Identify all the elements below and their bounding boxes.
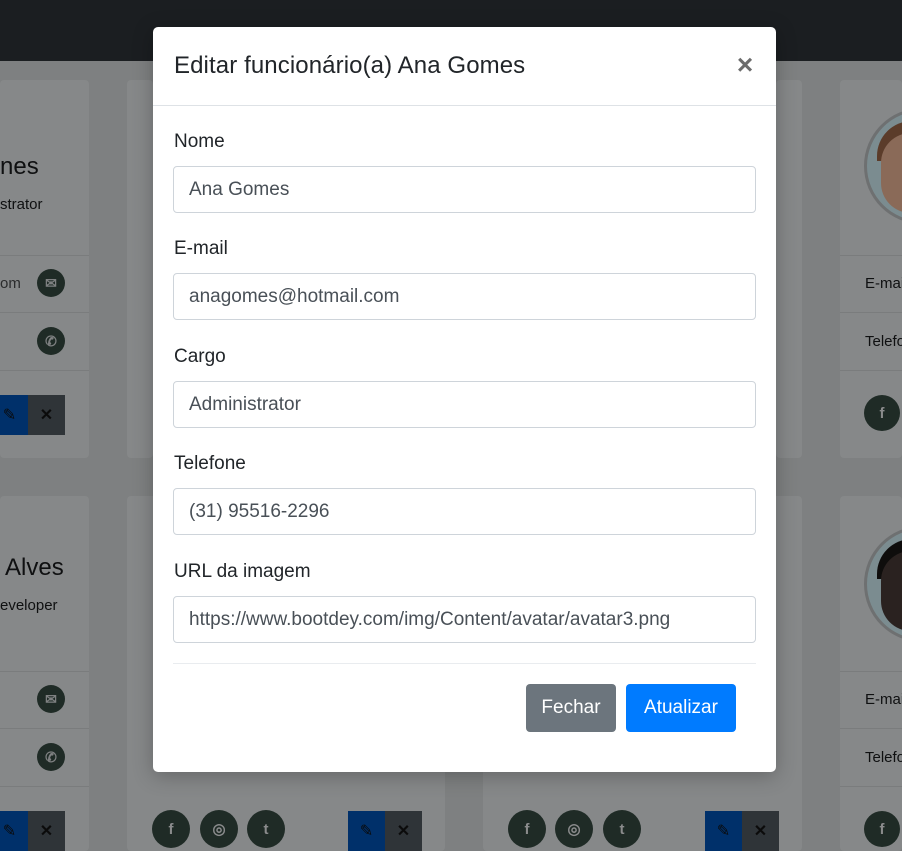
twitter-icon[interactable]: t <box>603 810 641 848</box>
delete-button[interactable]: ✕ <box>28 811 65 851</box>
delete-button[interactable]: ✕ <box>28 395 65 435</box>
email-label: E-mai <box>865 691 902 708</box>
x-icon: ✕ <box>396 823 411 840</box>
close-icon[interactable]: × <box>733 49 757 81</box>
image-url-field[interactable]: https://www.bootdey.com/img/Content/avat… <box>173 596 756 643</box>
edit-button[interactable]: ✎ <box>0 811 28 851</box>
phone-label: Telefo <box>865 749 902 766</box>
phone-icon: ✆ <box>37 327 65 355</box>
role-field[interactable]: Administrator <box>173 381 756 428</box>
pencil-icon: ✎ <box>716 823 731 840</box>
modal-title: Editar funcionário(a) Ana Gomes <box>174 52 526 79</box>
close-button[interactable]: Fechar <box>526 684 616 732</box>
phone-icon: ✆ <box>37 743 65 771</box>
edit-employee-modal: Editar funcionário(a) Ana Gomes × Nome A… <box>153 27 776 772</box>
x-icon: ✕ <box>753 823 768 840</box>
name-label: Nome <box>174 131 225 152</box>
employee-card <box>776 80 802 458</box>
image-url-label: URL da imagem <box>174 561 311 582</box>
phone-label: Telefo <box>865 333 902 350</box>
facebook-icon[interactable]: f <box>864 395 900 431</box>
instagram-icon[interactable]: ◎ <box>200 810 238 848</box>
role-label: Cargo <box>174 346 226 367</box>
modal-header: Editar funcionário(a) Ana Gomes × <box>153 27 776 106</box>
employee-name: Alves <box>5 554 64 581</box>
pencil-icon: ✎ <box>359 823 374 840</box>
employee-card <box>0 496 89 851</box>
envelope-icon: ✉ <box>37 269 65 297</box>
email-label: E-mail <box>174 238 228 259</box>
employee-name: nes <box>0 153 39 180</box>
employee-role: eveloper <box>0 597 58 614</box>
email-label: E-mai <box>865 275 902 292</box>
edit-button[interactable]: ✎ <box>0 395 28 435</box>
edit-button[interactable]: ✎ <box>348 811 385 851</box>
x-icon: ✕ <box>39 823 54 840</box>
twitter-icon[interactable]: t <box>247 810 285 848</box>
facebook-icon[interactable]: f <box>508 810 546 848</box>
employee-role: strator <box>0 196 43 213</box>
instagram-icon[interactable]: ◎ <box>555 810 593 848</box>
pencil-icon: ✎ <box>2 407 17 424</box>
facebook-icon[interactable]: f <box>152 810 190 848</box>
envelope-icon: ✉ <box>37 685 65 713</box>
x-icon: ✕ <box>39 407 54 424</box>
employee-email: om <box>0 275 21 292</box>
phone-label: Telefone <box>174 453 246 474</box>
delete-button[interactable]: ✕ <box>385 811 422 851</box>
delete-button[interactable]: ✕ <box>742 811 779 851</box>
email-field[interactable]: anagomes@hotmail.com <box>173 273 756 320</box>
phone-field[interactable]: (31) 95516-2296 <box>173 488 756 535</box>
edit-button[interactable]: ✎ <box>705 811 742 851</box>
facebook-icon[interactable]: f <box>864 811 900 847</box>
name-field[interactable]: Ana Gomes <box>173 166 756 213</box>
employee-card <box>127 80 153 458</box>
update-button[interactable]: Atualizar <box>626 684 736 732</box>
pencil-icon: ✎ <box>2 823 17 840</box>
modal-divider <box>173 663 756 664</box>
